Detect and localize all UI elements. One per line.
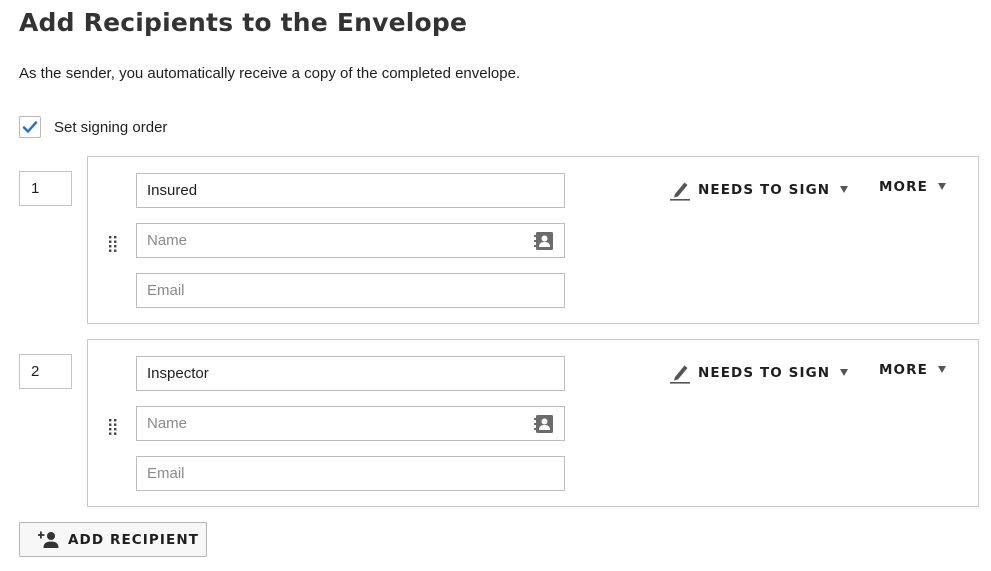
needs-to-sign-label: NEEDS TO SIGN bbox=[698, 182, 831, 198]
signing-order-checkbox[interactable] bbox=[19, 116, 41, 138]
more-label: MORE bbox=[879, 179, 928, 195]
signing-order-label: Set signing order bbox=[54, 118, 168, 136]
needs-to-sign-label: NEEDS TO SIGN bbox=[698, 365, 831, 381]
add-person-icon bbox=[38, 531, 59, 548]
chevron-down-icon bbox=[937, 182, 946, 190]
more-dropdown[interactable]: MORE bbox=[879, 362, 946, 378]
page-subtitle: As the sender, you automatically receive… bbox=[19, 65, 521, 82]
recipient-email-input[interactable] bbox=[136, 273, 565, 308]
contacts-icon[interactable] bbox=[534, 414, 554, 434]
chevron-down-icon bbox=[937, 365, 946, 373]
recipient-card: NEEDS TO SIGN MORE bbox=[87, 156, 979, 324]
recipient-role-input[interactable] bbox=[136, 356, 565, 391]
add-recipient-label: ADD RECIPIENT bbox=[68, 531, 200, 548]
add-recipient-button[interactable]: ADD RECIPIENT bbox=[19, 522, 207, 557]
page-title: Add Recipients to the Envelope bbox=[19, 8, 468, 37]
chevron-down-icon bbox=[840, 185, 849, 193]
signing-order-option: Set signing order bbox=[19, 115, 167, 139]
needs-to-sign-dropdown[interactable]: NEEDS TO SIGN bbox=[669, 179, 849, 201]
checkmark-icon bbox=[22, 121, 38, 133]
pen-icon bbox=[670, 182, 690, 201]
recipient-card: NEEDS TO SIGN MORE bbox=[87, 339, 979, 507]
contacts-icon[interactable] bbox=[534, 231, 554, 251]
pen-icon bbox=[670, 365, 690, 384]
chevron-down-icon bbox=[840, 368, 849, 376]
more-dropdown[interactable]: MORE bbox=[879, 179, 946, 195]
needs-to-sign-dropdown[interactable]: NEEDS TO SIGN bbox=[669, 362, 849, 384]
more-label: MORE bbox=[879, 362, 928, 378]
recipient-name-input[interactable] bbox=[136, 406, 565, 441]
drag-handle-icon[interactable] bbox=[108, 235, 118, 253]
recipient-email-input[interactable] bbox=[136, 456, 565, 491]
recipient-name-input[interactable] bbox=[136, 223, 565, 258]
recipient-order-input[interactable] bbox=[19, 171, 72, 206]
recipient-role-input[interactable] bbox=[136, 173, 565, 208]
recipient-order-input[interactable] bbox=[19, 354, 72, 389]
drag-handle-icon[interactable] bbox=[108, 418, 118, 436]
